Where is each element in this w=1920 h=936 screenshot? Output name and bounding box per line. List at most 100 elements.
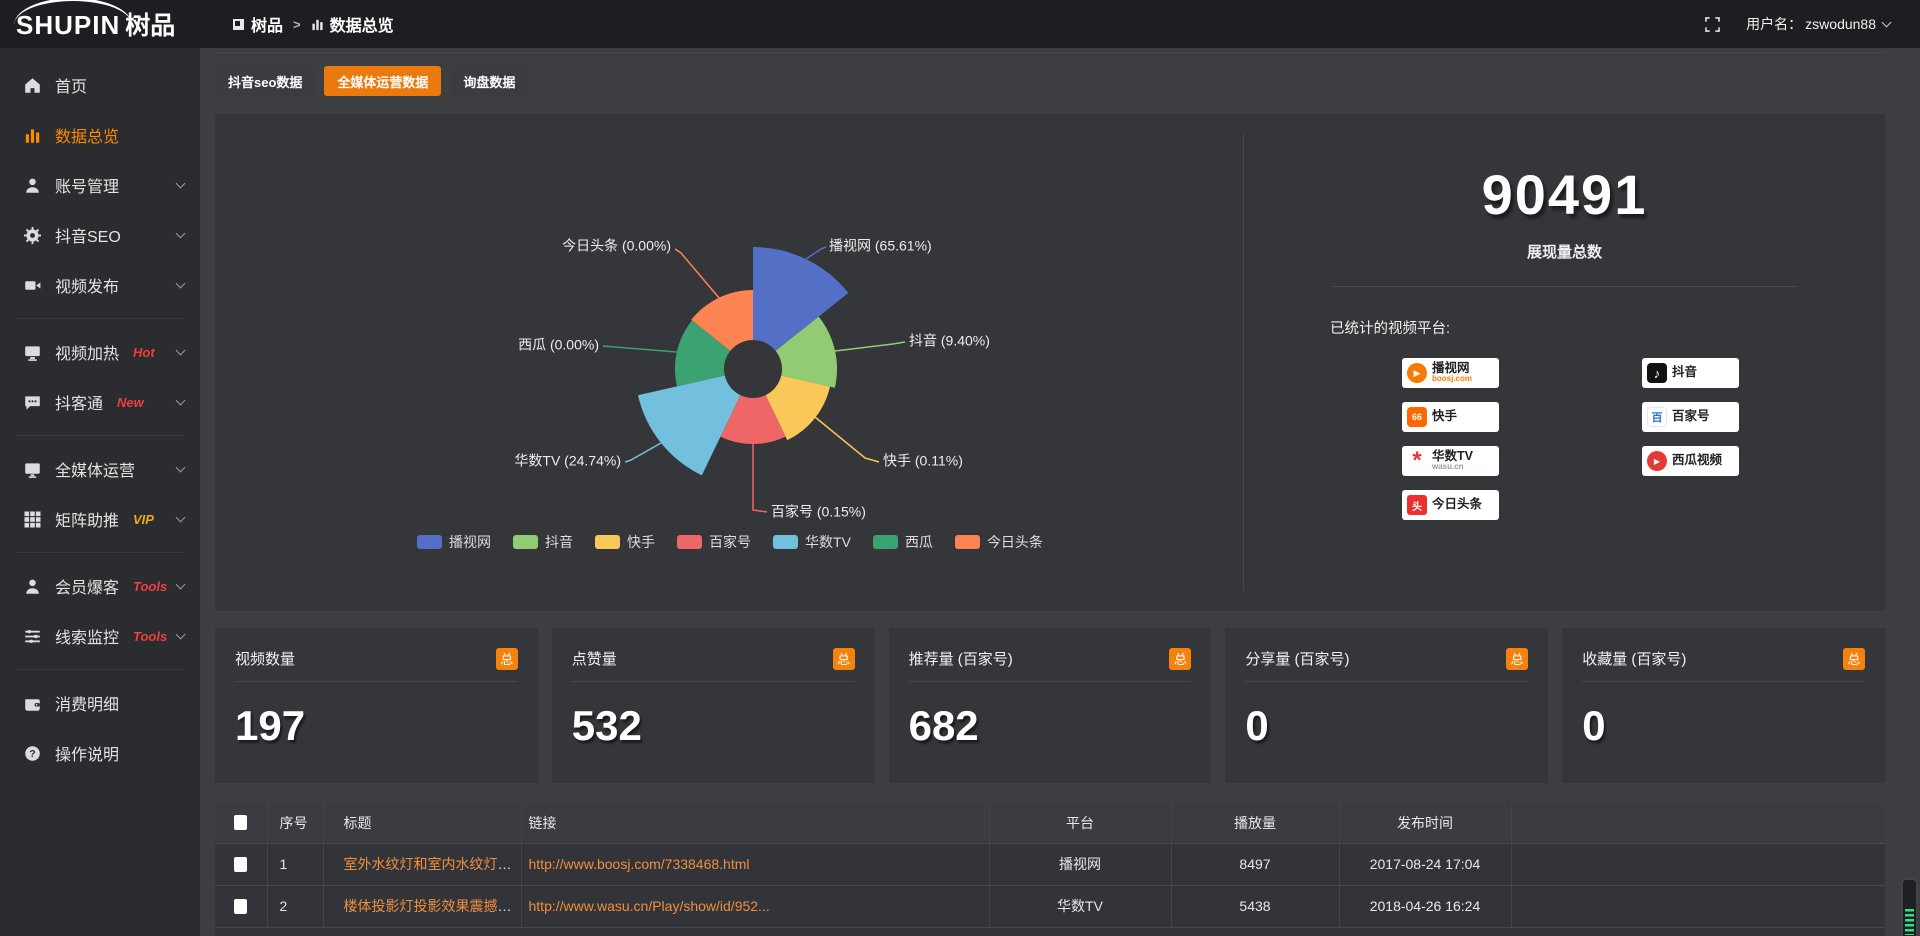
tab-全媒体运营数据[interactable]: 全媒体运营数据 <box>324 66 441 96</box>
legend-item-今日头条[interactable]: 今日头条 <box>955 532 1043 552</box>
sidebar-badge-New: New <box>117 395 144 410</box>
total-badge: 总 <box>1843 648 1865 670</box>
platform-badge-抖音: ♪抖音 <box>1642 358 1739 388</box>
row-checkbox[interactable] <box>234 857 247 872</box>
legend-swatch <box>773 535 798 549</box>
slice-label: 华数TV (24.74%) <box>514 453 621 469</box>
sidebar-divider <box>16 669 184 670</box>
tab-询盘数据[interactable]: 询盘数据 <box>450 66 528 96</box>
platform-name: 百家号 <box>1672 410 1710 423</box>
stat-card-label: 推荐量 (百家号) <box>909 648 1013 669</box>
slice-label: 播视网 (65.61%) <box>829 238 932 254</box>
sidebar-item-全媒体运营[interactable]: 全媒体运营 <box>0 444 200 494</box>
tab-抖音seo数据[interactable]: 抖音seo数据 <box>215 66 315 96</box>
legend-item-抖音[interactable]: 抖音 <box>513 532 573 552</box>
video-url-link[interactable]: http://www.boosj.com/7338468.html <box>529 856 750 872</box>
legend-label: 快手 <box>627 532 655 552</box>
legend-label: 百家号 <box>709 532 751 552</box>
stat-card-value: 532 <box>572 702 855 750</box>
breadcrumb-logo-icon <box>232 18 245 31</box>
corner-widget[interactable] <box>1901 878 1918 936</box>
sidebar-item-数据总览[interactable]: 数据总览 <box>0 110 200 160</box>
data-tabs: 抖音seo数据全媒体运营数据询盘数据 <box>215 66 1885 96</box>
row-checkbox[interactable] <box>234 899 247 914</box>
sidebar-item-首页[interactable]: 首页 <box>0 60 200 110</box>
sidebar-item-操作说明[interactable]: ?操作说明 <box>0 728 200 778</box>
sidebar-divider <box>16 318 184 319</box>
platform-badge-西瓜视频: ▶西瓜视频 <box>1642 446 1739 476</box>
legend-item-百家号[interactable]: 百家号 <box>677 532 751 552</box>
column-header-链接: 链接 <box>521 803 989 843</box>
platform-name: 快手 <box>1432 410 1457 423</box>
person-icon <box>24 578 41 595</box>
sidebar-item-账号管理[interactable]: 账号管理 <box>0 160 200 210</box>
sidebar-item-视频发布[interactable]: 视频发布 <box>0 260 200 310</box>
legend-item-西瓜[interactable]: 西瓜 <box>873 532 933 552</box>
sidebar-item-label: 视频发布 <box>55 273 119 297</box>
pie-slice-华数TV[interactable] <box>638 375 740 475</box>
fullscreen-icon[interactable] <box>1705 17 1720 32</box>
total-impressions-label: 展现量总数 <box>1244 241 1885 262</box>
total-badge: 总 <box>1506 648 1528 670</box>
sidebar-item-矩阵助推[interactable]: 矩阵助推VIP <box>0 494 200 544</box>
video-title-link[interactable]: 楼体投影灯投影效果震撼上市 <box>344 898 522 914</box>
sidebar-item-label: 矩阵助推 <box>55 507 119 531</box>
sidebar-item-视频加热[interactable]: 视频加热Hot <box>0 327 200 377</box>
stat-cards: 视频数量总197点赞量总532推荐量 (百家号)总682分享量 (百家号)总0收… <box>215 628 1885 783</box>
sidebar-item-线索监控[interactable]: 线索监控Tools <box>0 611 200 661</box>
chevron-down-icon <box>176 512 186 522</box>
platform-sub-label: wasu.cn <box>1432 463 1473 471</box>
sidebar-item-抖客通[interactable]: 抖客通New <box>0 377 200 427</box>
platform-badge-华数TV: *华数TVwasu.cn <box>1402 446 1499 476</box>
stat-card-视频数量: 视频数量总197 <box>215 628 538 783</box>
table-row-partial <box>215 927 1885 936</box>
chevron-down-icon <box>1882 17 1892 27</box>
video-title-link[interactable]: 室外水纹灯和室内水纹灯的区别和简介 <box>344 856 522 872</box>
legend-label: 今日头条 <box>987 532 1043 552</box>
cell-index: 1 <box>267 843 323 885</box>
stat-card-value: 0 <box>1582 702 1865 750</box>
slice-label: 抖音 (9.40%) <box>909 333 990 349</box>
breadcrumb-current[interactable]: 数据总览 <box>330 12 394 36</box>
platform-badge-快手: 66快手 <box>1402 402 1499 432</box>
label-leader-line <box>603 346 677 352</box>
question-icon: ? <box>24 745 41 762</box>
home-icon <box>24 77 41 94</box>
legend-item-播视网[interactable]: 播视网 <box>417 532 491 552</box>
label-leader-line <box>625 443 661 462</box>
stat-card-推荐量 (百家号): 推荐量 (百家号)总682 <box>889 628 1212 783</box>
username-value: zswodun88 <box>1805 16 1876 32</box>
chevron-down-icon <box>176 345 186 355</box>
select-all-checkbox[interactable] <box>234 815 247 830</box>
cell-plays: 5438 <box>1171 885 1339 927</box>
toutiao-logo-icon: 头 <box>1407 495 1427 515</box>
cell-platform: 播视网 <box>989 843 1171 885</box>
sidebar-item-label: 账号管理 <box>55 173 119 197</box>
top-header: SHUPIN 树品 树品 > 数据总览 用户名：zswodun88 <box>0 0 1920 48</box>
legend-item-华数TV[interactable]: 华数TV <box>773 532 851 552</box>
sidebar-divider <box>16 552 184 553</box>
column-header-标题: 标题 <box>323 803 521 843</box>
slice-label: 百家号 (0.15%) <box>771 504 866 520</box>
sidebar-item-抖音SEO[interactable]: 抖音SEO <box>0 210 200 260</box>
grid-icon <box>24 511 41 528</box>
platform-badge-今日头条: 头今日头条 <box>1402 490 1499 520</box>
videos-table-section: 序号标题链接平台播放量发布时间 1室外水纹灯和室内水纹灯的区别和简介http:/… <box>215 803 1885 936</box>
sidebar-item-label: 视频加热 <box>55 340 119 364</box>
platforms-label: 已统计的视频平台: <box>1330 317 1885 338</box>
user-icon <box>24 177 41 194</box>
cell-platform: 华数TV <box>989 885 1171 927</box>
stat-card-收藏量 (百家号): 收藏量 (百家号)总0 <box>1562 628 1885 783</box>
user-menu[interactable]: 用户名：zswodun88 <box>1746 14 1890 34</box>
stat-card-label: 分享量 (百家号) <box>1245 648 1349 669</box>
stat-card-分享量 (百家号): 分享量 (百家号)总0 <box>1225 628 1548 783</box>
summary-divider <box>1332 286 1797 287</box>
platform-badge-播视网: ▶播视网boosj.com <box>1402 358 1499 388</box>
video-url-link[interactable]: http://www.wasu.cn/Play/show/id/952... <box>529 898 770 914</box>
breadcrumb-root[interactable]: 树品 <box>251 12 283 36</box>
sidebar-item-会员爆客[interactable]: 会员爆客Tools <box>0 561 200 611</box>
xigua-logo-icon: ▶ <box>1647 451 1667 471</box>
sidebar-item-消费明细[interactable]: 消费明细 <box>0 678 200 728</box>
legend-item-快手[interactable]: 快手 <box>595 532 655 552</box>
logo[interactable]: SHUPIN 树品 <box>0 6 200 42</box>
